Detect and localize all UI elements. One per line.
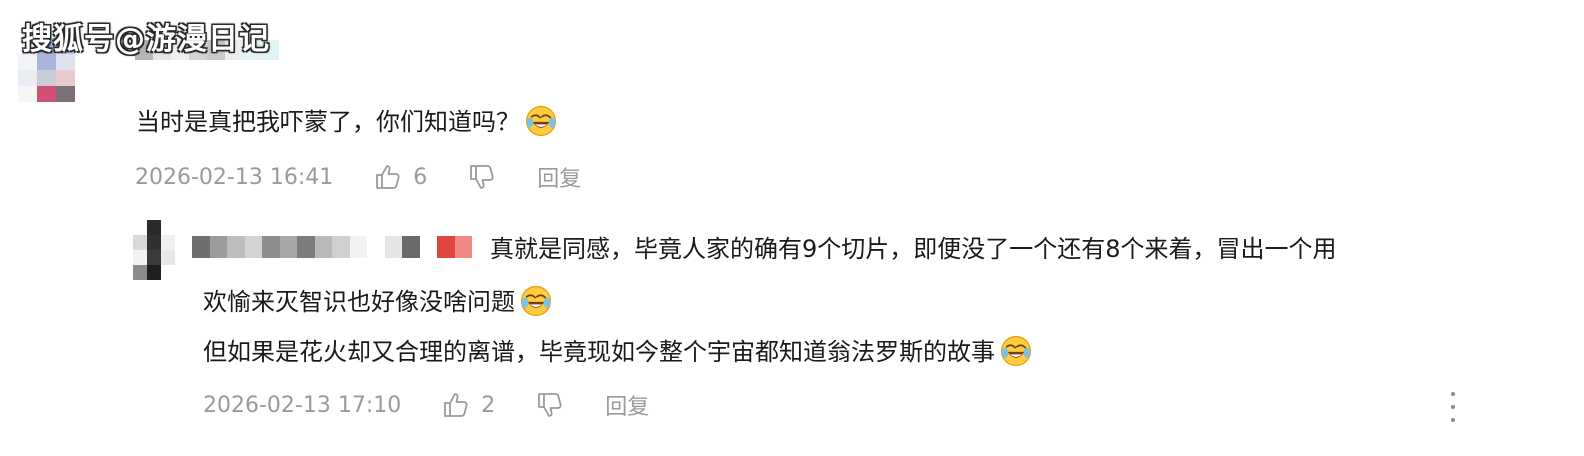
thumbs-down-icon — [538, 393, 562, 417]
reply-timestamp: 2026-02-13 17:10 — [203, 392, 402, 418]
reply-meta: 2026-02-13 17:10 2 回复 — [203, 388, 649, 422]
laughing-crying-emoji-icon — [525, 105, 557, 137]
comment-text: 当时是真把我吓蒙了，你们知道吗？ — [136, 104, 558, 140]
like-count: 6 — [413, 164, 428, 190]
like-button[interactable]: 6 — [373, 162, 467, 192]
reply-text-line2-body: 欢愉来灭智识也好像没啥问题 — [203, 288, 515, 316]
reply-text-line3-body: 但如果是花火却又合理的离谱，毕竟现如今整个宇宙都知道翁法罗斯的故事 — [203, 338, 995, 366]
reply-text-line3: 但如果是花火却又合理的离谱，毕竟现如今整个宇宙都知道翁法罗斯的故事 — [203, 334, 1033, 370]
laughing-crying-emoji-icon — [520, 285, 552, 317]
thumbs-up-icon — [444, 393, 468, 417]
thumbs-up-icon — [376, 165, 400, 189]
source-watermark: 搜狐号@游漫日记 — [22, 22, 270, 57]
reply-reply-button[interactable]: 回复 — [605, 389, 649, 421]
comment-meta: 2026-02-13 16:41 6 回复 — [135, 160, 581, 194]
comment-body: 当时是真把我吓蒙了，你们知道吗？ — [136, 108, 520, 136]
reply-avatar[interactable] — [133, 220, 175, 280]
reply-text-line1: 真就是同感，毕竟人家的确有9个切片，即便没了一个还有8个来着，冒出一个用 — [490, 235, 1337, 263]
reply-like-button[interactable]: 2 — [441, 390, 535, 420]
reply-like-count: 2 — [481, 392, 496, 418]
comment-timestamp: 2026-02-13 16:41 — [135, 164, 334, 190]
thumbs-down-icon — [470, 165, 494, 189]
more-vertical-icon[interactable] — [1441, 392, 1465, 422]
reply-text-line2: 欢愉来灭智识也好像没啥问题 — [203, 284, 553, 320]
reply-dislike-button[interactable] — [535, 390, 565, 420]
reply-button[interactable]: 回复 — [537, 161, 581, 193]
dislike-button[interactable] — [467, 162, 497, 192]
reply-username-redacted[interactable] — [192, 236, 472, 258]
laughing-crying-emoji-icon — [1000, 335, 1032, 367]
